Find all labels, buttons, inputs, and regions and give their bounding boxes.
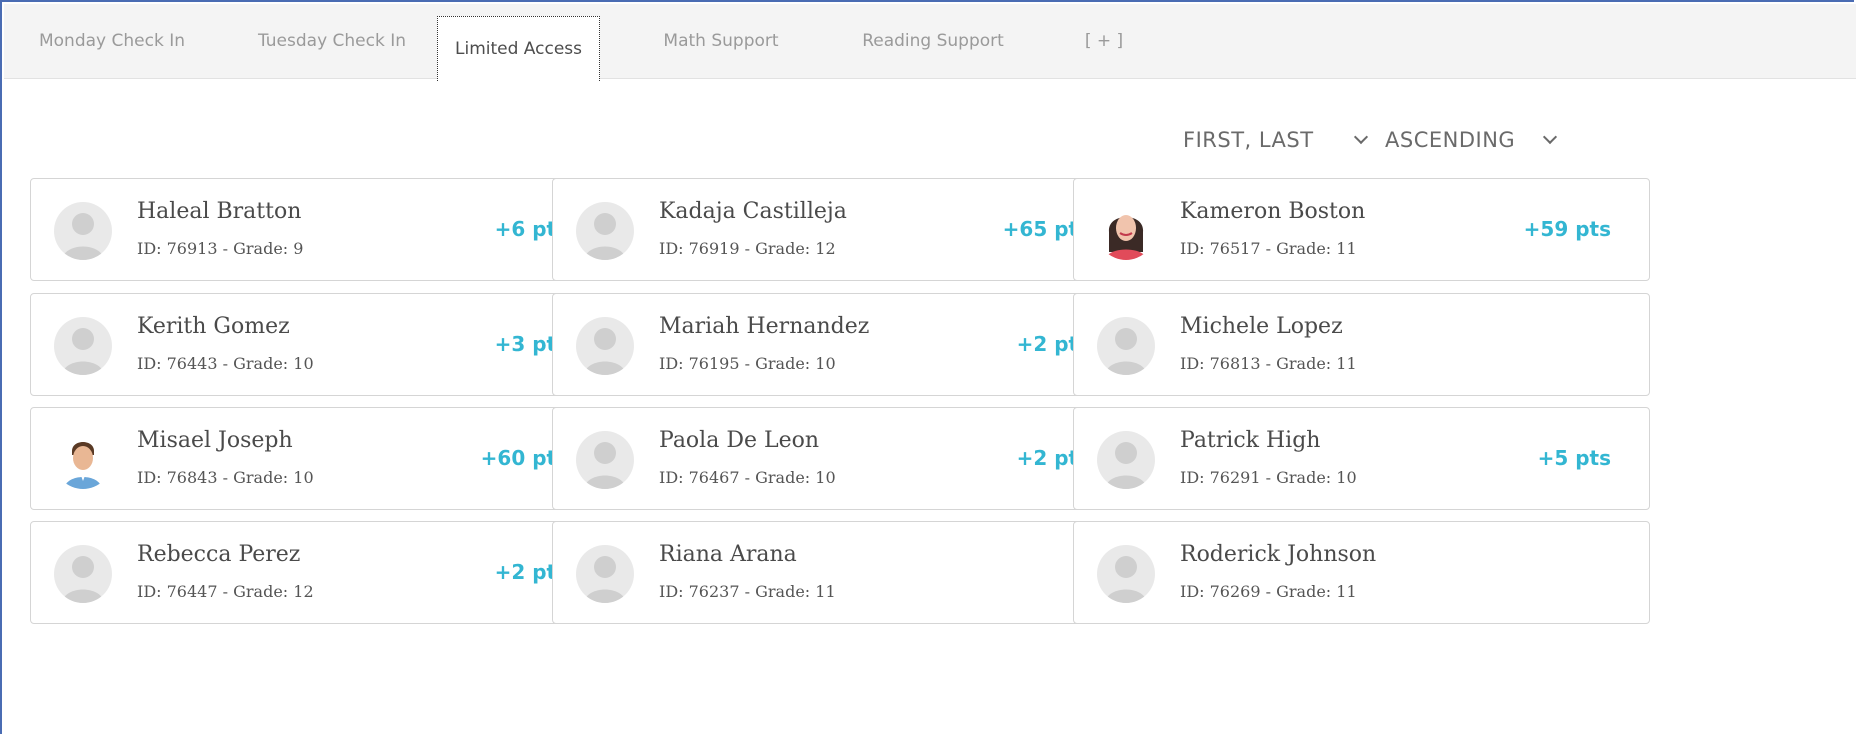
student-id-grade: ID: 76467 - Grade: 10	[659, 468, 836, 487]
student-card[interactable]: Haleal Bratton ID: 76913 - Grade: 9 +6 p…	[30, 178, 607, 281]
student-name: Mariah Hernandez	[659, 314, 870, 339]
student-card[interactable]: Kadaja Castilleja ID: 76919 - Grade: 12 …	[552, 178, 1129, 281]
sort-order-label: ASCENDING	[1385, 128, 1516, 152]
tab-reading-support[interactable]: Reading Support	[833, 4, 1033, 78]
student-card[interactable]: Roderick Johnson ID: 76269 - Grade: 11	[1073, 521, 1650, 624]
student-id-grade: ID: 76919 - Grade: 12	[659, 239, 836, 258]
student-name: Rebecca Perez	[137, 542, 301, 567]
tab-monday-check-in[interactable]: Monday Check In	[12, 4, 212, 78]
default-avatar-icon	[54, 317, 112, 375]
student-name: Kadaja Castilleja	[659, 199, 847, 224]
student-card[interactable]: Patrick High ID: 76291 - Grade: 10 +5 pt…	[1073, 407, 1650, 510]
student-card[interactable]: Riana Arana ID: 76237 - Grade: 11	[552, 521, 1129, 624]
student-card[interactable]: Michele Lopez ID: 76813 - Grade: 11	[1073, 293, 1650, 396]
default-avatar-icon	[576, 317, 634, 375]
sort-field-label: FIRST, LAST	[1183, 128, 1314, 152]
student-name: Kerith Gomez	[137, 314, 290, 339]
student-name: Paola De Leon	[659, 428, 820, 453]
student-name: Haleal Bratton	[137, 199, 302, 224]
default-avatar-icon	[54, 545, 112, 603]
chevron-down-icon	[1543, 129, 1558, 145]
tab-limited-access[interactable]: Limited Access	[437, 16, 600, 81]
student-card[interactable]: Rebecca Perez ID: 76447 - Grade: 12 +2 p…	[30, 521, 607, 624]
student-card[interactable]: Mariah Hernandez ID: 76195 - Grade: 10 +…	[552, 293, 1129, 396]
app-frame: Monday Check In Tuesday Check In Limited…	[0, 0, 1856, 734]
student-photo-avatar	[54, 431, 112, 489]
tab-math-support[interactable]: Math Support	[621, 4, 821, 78]
chevron-down-icon	[1353, 129, 1368, 145]
default-avatar-icon	[576, 202, 634, 260]
student-id-grade: ID: 76195 - Grade: 10	[659, 354, 836, 373]
default-avatar-icon	[1097, 545, 1155, 603]
student-id-grade: ID: 76291 - Grade: 10	[1180, 468, 1357, 487]
student-card[interactable]: Paola De Leon ID: 76467 - Grade: 10 +2 p…	[552, 407, 1129, 510]
student-name: Patrick High	[1180, 428, 1321, 453]
default-avatar-icon	[576, 431, 634, 489]
student-name: Michele Lopez	[1180, 314, 1343, 339]
student-id-grade: ID: 76517 - Grade: 11	[1180, 239, 1357, 258]
student-id-grade: ID: 76443 - Grade: 10	[137, 354, 314, 373]
sort-field-select[interactable]: FIRST, LAST	[1183, 120, 1368, 160]
add-tab-button[interactable]: [ + ]	[1074, 4, 1134, 78]
student-id-grade: ID: 76843 - Grade: 10	[137, 468, 314, 487]
student-name: Misael Joseph	[137, 428, 293, 453]
student-id-grade: ID: 76913 - Grade: 9	[137, 239, 304, 258]
points-badge: +59 pts	[1523, 217, 1611, 241]
student-name: Kameron Boston	[1180, 199, 1366, 224]
default-avatar-icon	[576, 545, 634, 603]
student-id-grade: ID: 76813 - Grade: 11	[1180, 354, 1357, 373]
default-avatar-icon	[1097, 317, 1155, 375]
student-id-grade: ID: 76269 - Grade: 11	[1180, 582, 1357, 601]
sort-order-select[interactable]: ASCENDING	[1385, 120, 1558, 160]
student-name: Roderick Johnson	[1180, 542, 1377, 567]
default-avatar-icon	[54, 202, 112, 260]
default-avatar-icon	[1097, 431, 1155, 489]
tab-tuesday-check-in[interactable]: Tuesday Check In	[232, 4, 432, 78]
points-badge: +5 pts	[1537, 446, 1611, 470]
student-card[interactable]: Kerith Gomez ID: 76443 - Grade: 10 +3 pt…	[30, 293, 607, 396]
student-photo-avatar	[1097, 202, 1155, 260]
group-tab-bar: Monday Check In Tuesday Check In Limited…	[4, 4, 1856, 81]
student-card[interactable]: Misael Joseph ID: 76843 - Grade: 10 +60 …	[30, 407, 607, 510]
student-name: Riana Arana	[659, 542, 797, 567]
student-id-grade: ID: 76447 - Grade: 12	[137, 582, 314, 601]
student-card[interactable]: Kameron Boston ID: 76517 - Grade: 11 +59…	[1073, 178, 1650, 281]
student-id-grade: ID: 76237 - Grade: 11	[659, 582, 836, 601]
